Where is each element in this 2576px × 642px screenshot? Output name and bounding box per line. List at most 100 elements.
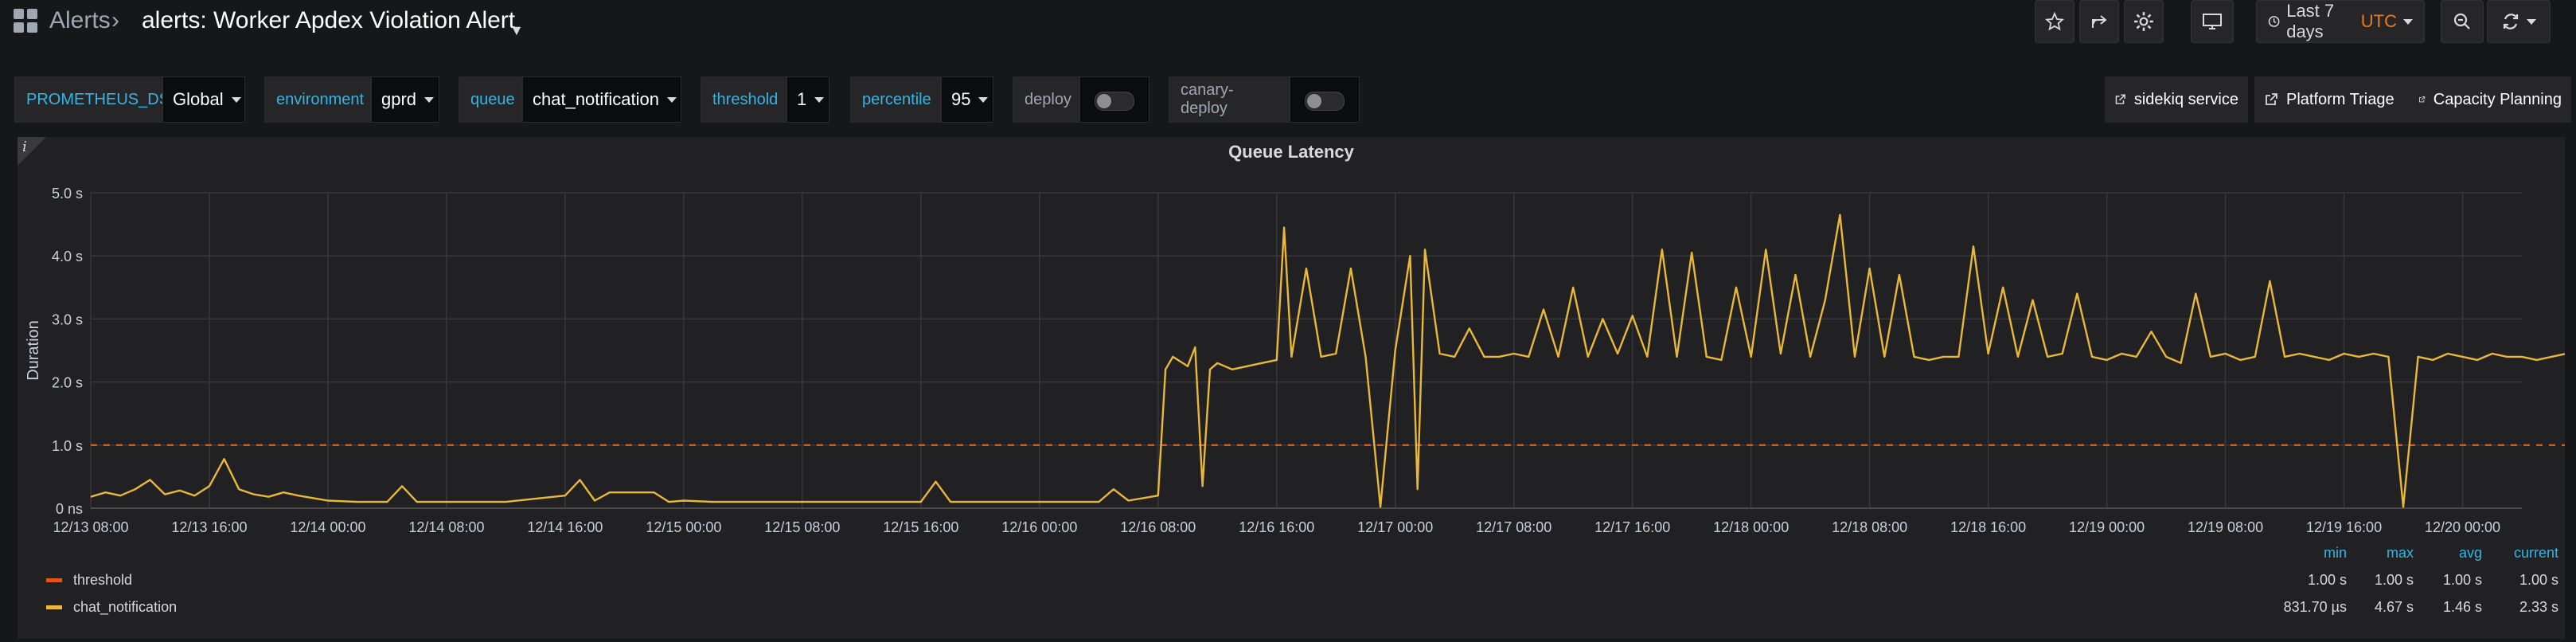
x-tick-label: 12/18 00:00 (1713, 519, 1789, 535)
tv-mode-button[interactable] (2191, 0, 2234, 43)
x-tick-label: 12/17 08:00 (1476, 519, 1551, 535)
breadcrumb-chevron-icon: › (111, 7, 119, 33)
x-tick-label: 12/19 00:00 (2069, 519, 2145, 535)
link-label: Capacity Planning (2433, 90, 2562, 108)
variables-row: PROMETHEUS_DS Global environment gprd qu… (0, 76, 2576, 124)
var-value-threshold: 1 (797, 89, 807, 109)
legend-value-current: 1.00 s (2519, 572, 2558, 588)
timezone-label: UTC (2360, 11, 2397, 31)
var-value-environment: gprd (381, 89, 417, 109)
legend-item-chat-notification[interactable]: chat_notification (46, 594, 177, 620)
breadcrumb-alerts[interactable]: Alerts (49, 6, 111, 35)
title-caret-down-icon[interactable]: ▼ (509, 16, 524, 45)
external-link-icon (2115, 94, 2125, 104)
x-tick-label: 12/19 08:00 (2188, 519, 2263, 535)
x-tick-label: 12/14 08:00 (408, 519, 484, 535)
var-select-environment[interactable]: gprd (371, 76, 439, 123)
dashboards-grid-icon[interactable] (13, 8, 38, 33)
x-tick-label: 12/19 16:00 (2306, 519, 2382, 535)
var-select-percentile[interactable]: 95 (941, 76, 993, 123)
refresh-button[interactable] (2487, 0, 2551, 43)
legend-header-avg[interactable]: avg (2418, 545, 2482, 562)
queue-latency-panel: i Queue Latency 0 ns 1.0 s 2.0 s 3.0 s 4.0 s… (18, 137, 2565, 639)
x-tick-label: 12/15 00:00 (646, 519, 721, 535)
x-tick-label: 12/15 16:00 (883, 519, 958, 535)
refresh-icon (2503, 14, 2519, 29)
legend-value-min: 831.70 µs (2283, 599, 2347, 615)
link-sidekiq-service[interactable]: sidekiq service (2105, 76, 2248, 123)
legend-value-current: 2.33 s (2519, 599, 2558, 615)
share-button[interactable] (2079, 0, 2119, 43)
caret-down-icon (231, 96, 241, 103)
var-select-prometheus-ds[interactable]: Global (162, 76, 245, 123)
refresh-caret-icon (2527, 18, 2536, 25)
x-tick-label: 12/18 16:00 (1950, 519, 2026, 535)
y-tick-label: 2.0 s (52, 375, 83, 391)
var-label-threshold: threshold (701, 76, 786, 123)
x-tick-label: 12/16 00:00 (1001, 519, 1077, 535)
x-tick-label: 12/16 08:00 (1120, 519, 1196, 535)
toggle-knob (1307, 94, 1321, 108)
monitor-icon (2203, 14, 2222, 29)
toggle-knob (1097, 94, 1111, 108)
toggle-deploy[interactable] (1079, 76, 1149, 123)
legend-value-min: 1.00 s (2307, 572, 2347, 588)
toggle-label-canary-deploy: canary-deploy (1169, 76, 1290, 123)
external-link-icon (2266, 93, 2277, 105)
var-label-environment: environment (264, 76, 371, 123)
toggle-track (1305, 92, 1345, 111)
var-value-prometheus-ds: Global (173, 89, 224, 109)
share-icon (2092, 15, 2107, 28)
legend-value-max: 1.00 s (2374, 572, 2414, 588)
series-line-chat-notification (90, 213, 2565, 508)
x-tick-label: 12/13 08:00 (53, 519, 128, 535)
x-tick-label: 12/18 08:00 (1832, 519, 1907, 535)
toggle-canary-deploy[interactable] (1290, 76, 1360, 123)
x-tick-label: 12/14 00:00 (290, 519, 365, 535)
zoom-out-icon (2453, 13, 2470, 29)
link-platform-triage[interactable]: Platform Triage (2254, 76, 2409, 123)
dashboard-title[interactable]: alerts: Worker Apdex Violation Alert (142, 6, 515, 35)
x-tick-label: 12/17 00:00 (1357, 519, 1433, 535)
var-select-queue[interactable]: chat_notification (522, 76, 681, 123)
time-range-picker[interactable]: Last 7 days UTC (2256, 0, 2425, 43)
settings-button[interactable] (2124, 0, 2164, 43)
legend-item-threshold[interactable]: threshold (46, 567, 132, 593)
legend-value-avg: 1.46 s (2442, 599, 2482, 615)
star-button[interactable] (2035, 0, 2074, 43)
x-tick-label: 12/17 16:00 (1594, 519, 1670, 535)
gear-icon (2134, 12, 2153, 31)
var-value-queue: chat_notification (533, 89, 659, 109)
var-value-percentile: 95 (951, 89, 971, 109)
external-link-icon (2419, 96, 2426, 103)
time-range-caret-icon (2403, 18, 2413, 25)
x-tick-label: 12/14 16:00 (527, 519, 603, 535)
caret-down-icon (667, 96, 677, 103)
legend-value-avg: 1.00 s (2442, 572, 2482, 588)
y-tick-label: 4.0 s (52, 249, 83, 264)
var-select-threshold[interactable]: 1 (786, 76, 829, 123)
y-tick-label: 5.0 s (52, 186, 83, 202)
link-label: Platform Triage (2286, 90, 2395, 108)
queue-latency-chart[interactable]: 0 ns 1.0 s 2.0 s 3.0 s 4.0 s 5.0 s 12/13 08:00… (18, 137, 2565, 639)
x-tick-label: 12/15 08:00 (764, 519, 840, 535)
star-icon (2045, 12, 2064, 31)
var-label-percentile: percentile (850, 76, 941, 123)
caret-down-icon (424, 96, 435, 103)
y-tick-label: 1.0 s (52, 438, 83, 454)
toggle-label-deploy: deploy (1013, 76, 1079, 123)
legend-header-max[interactable]: max (2350, 545, 2414, 562)
var-label-queue: queue (459, 76, 522, 123)
time-range-label: Last 7 days (2286, 1, 2335, 41)
x-tick-label: 12/13 16:00 (171, 519, 247, 535)
y-axis-title: Duration (25, 320, 42, 381)
zoom-out-button[interactable] (2441, 0, 2484, 43)
legend-value-max: 4.67 s (2374, 599, 2414, 615)
top-bar: Alerts › alerts: Worker Apdex Violation … (0, 0, 2576, 51)
legend-header-min[interactable]: min (2283, 545, 2347, 562)
caret-down-icon (978, 96, 989, 103)
caret-down-icon (814, 96, 825, 103)
link-capacity-planning[interactable]: Capacity Planning (2409, 76, 2571, 123)
legend-header-current[interactable]: current (2485, 545, 2558, 562)
toggle-track (1095, 92, 1134, 111)
